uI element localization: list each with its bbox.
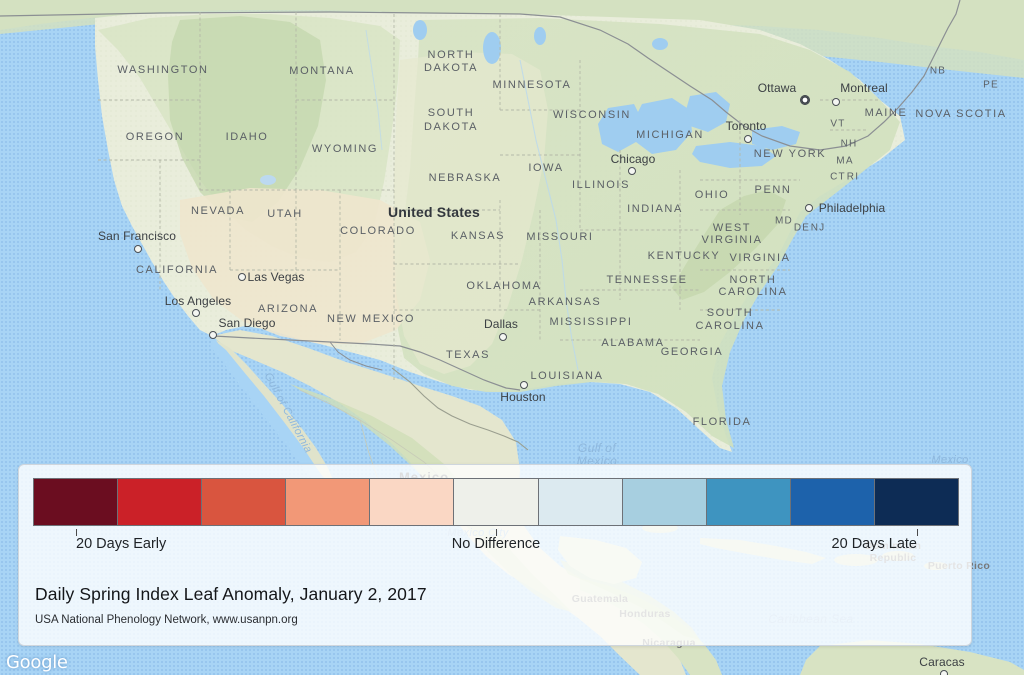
color-swatch-3 [286,479,371,525]
map-city-marker-las-vegas [238,273,246,281]
map-city-marker-dallas [499,333,507,341]
map-city-marker-los-angeles [192,309,200,317]
color-scale-bar [33,478,959,526]
map-city-marker-san-diego [209,331,217,339]
tick-right [917,529,918,536]
color-swatch-10 [874,479,959,525]
map-city-marker-houston [520,381,528,389]
scale-label-late: 20 Days Late [831,536,917,552]
legend-panel: 20 Days Early No Difference 20 Days Late… [18,464,972,646]
map-screenshot: WASHINGTON MONTANA NORTH DAKOTA SOUTH DAKOTA M… [0,0,1024,675]
legend-credit: USA National Phenology Network, www.usan… [35,614,298,626]
scale-label-no-difference: No Difference [451,536,541,552]
color-swatch-7 [622,479,707,525]
color-swatch-4 [370,479,455,525]
color-swatch-1 [118,479,203,525]
map-city-marker-san-francisco [134,245,142,253]
google-logo: Google [6,652,68,673]
map-city-marker-chicago [628,167,636,175]
color-swatch-2 [202,479,287,525]
map-city-marker-ottawa [800,95,810,105]
map-city-marker-philadelphia [805,204,813,212]
color-swatch-9 [790,479,875,525]
color-swatch-0 [34,479,119,525]
tick-left [76,529,77,536]
map-city-marker-caracas [940,670,948,675]
legend-title: Daily Spring Index Leaf Anomaly, January… [35,584,427,604]
tick-center [496,529,497,536]
map-city-marker-montreal [832,98,840,106]
color-swatch-5 [454,479,539,525]
color-swatch-6 [538,479,623,525]
color-swatch-8 [706,479,791,525]
map-city-marker-toronto [744,135,752,143]
scale-label-early: 20 Days Early [76,536,167,552]
